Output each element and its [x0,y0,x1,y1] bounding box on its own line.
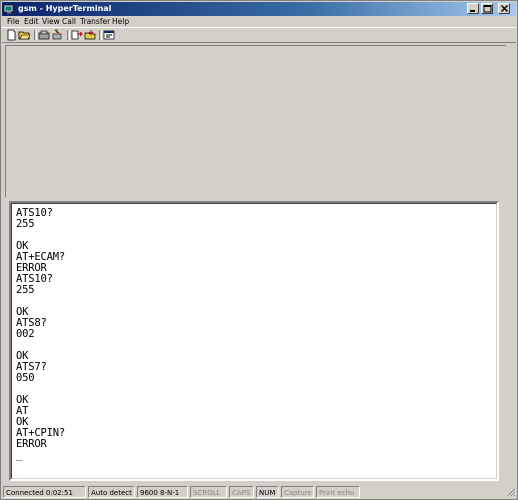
minimize-icon [470,10,475,12]
toolbar-separator [34,30,37,40]
receive-icon [84,30,96,40]
status-scroll: SCROLL [190,486,227,498]
status-port-settings: 9600 8-N-1 [137,486,188,498]
terminal-line: 002 [16,328,35,340]
menu-transfer[interactable]: Transfer [80,16,110,27]
resize-grip-icon[interactable] [507,488,516,497]
status-connection-time: Connected 0:02:51 [3,486,86,498]
terminal-line: 255 [16,218,35,230]
toolbar-separator [99,30,102,40]
menu-edit[interactable]: Edit [24,16,39,27]
properties-button[interactable] [103,29,116,41]
maximize-icon [483,5,492,13]
terminal-line: 050 [16,372,35,384]
close-button[interactable] [498,3,510,14]
menu-help[interactable]: Help [112,16,129,27]
minimize-button[interactable] [467,3,479,14]
window-title: gsm - HyperTerminal [18,4,112,13]
new-connection-button[interactable] [5,29,18,41]
open-button[interactable] [18,29,31,41]
terminal-screen[interactable]: ATS10? 255 OK AT+ECAM? ERROR ATS10? 255 … [9,201,499,481]
close-icon [501,5,508,12]
status-num: NUM [256,486,279,498]
send-icon [71,30,83,40]
call-icon [38,30,50,40]
status-capture: Capture [281,486,314,498]
send-button[interactable] [71,29,84,41]
disconnect-icon [52,29,62,40]
backscroll-area [5,45,506,197]
menu-file[interactable]: File [7,16,20,27]
status-bar: Connected 0:02:51 Auto detect 9600 8-N-1… [2,486,516,499]
menu-call[interactable]: Call [62,16,76,27]
receive-button[interactable] [84,29,97,41]
terminal-content: ATS10? 255 OK AT+ECAM? ERROR ATS10? 255 … [11,203,497,479]
call-button[interactable] [38,29,51,41]
disconnect-button[interactable] [51,29,64,41]
terminal-line: 255 [16,284,35,296]
new-connection-icon [7,29,16,41]
status-print-echo: Print echo [316,486,360,498]
toolbar-separator [67,30,70,40]
hyperterminal-window: gsm - HyperTerminal File Edit View Call … [0,0,518,500]
terminal-cursor: _ [16,449,23,461]
maximize-button[interactable] [481,3,493,14]
menu-bar: File Edit View Call Transfer Help [2,16,516,27]
status-caps: CAPS [229,486,254,498]
properties-icon [103,30,115,40]
hyperterminal-app-icon[interactable] [3,4,14,14]
menu-view[interactable]: View [42,16,60,27]
open-icon [18,31,31,40]
toolbar [2,27,516,43]
scrollbar-track[interactable] [506,45,516,483]
title-bar[interactable]: gsm - HyperTerminal [2,2,516,16]
status-detect: Auto detect [88,486,135,498]
